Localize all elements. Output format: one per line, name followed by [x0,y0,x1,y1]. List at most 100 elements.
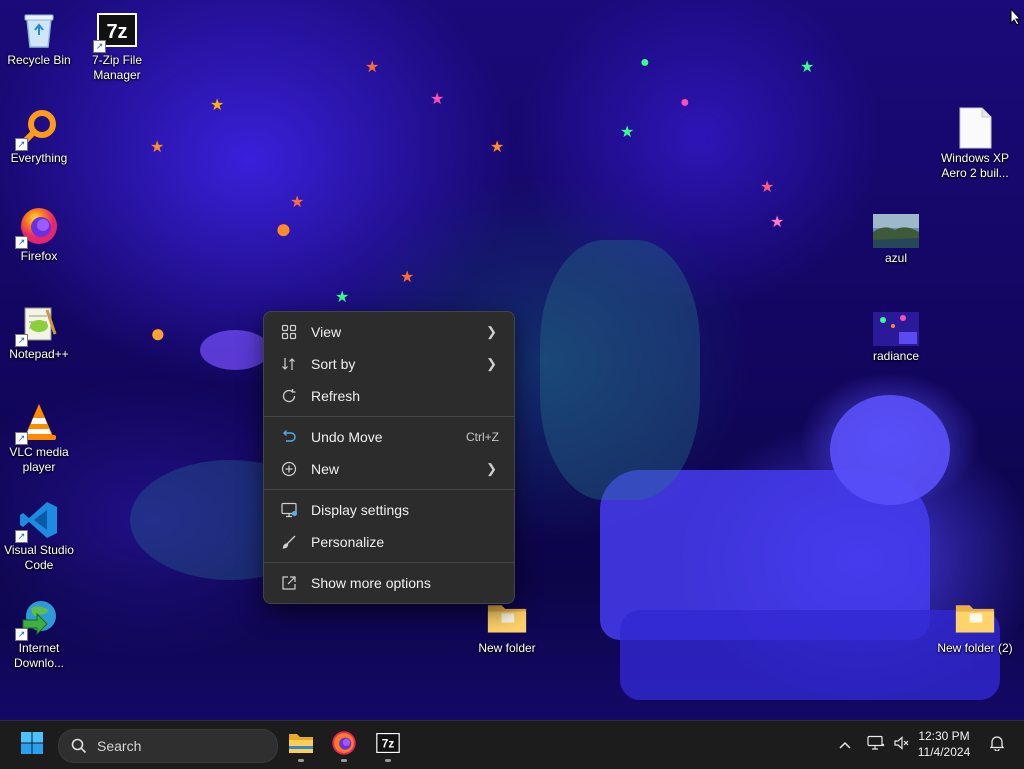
chevron-right-icon: ❯ [486,461,497,476]
running-indicator [341,759,347,762]
chevron-right-icon: ❯ [486,324,497,339]
running-indicator [385,759,391,762]
menu-item-view[interactable]: View ❯ [268,317,510,347]
start-button[interactable] [14,727,50,763]
menu-item-show-more-options[interactable]: Show more options [268,568,510,598]
desktop-icon-notepadpp[interactable]: ↗ Notepad++ [0,304,78,362]
desktop-icon-firefox[interactable]: ↗ Firefox [0,206,78,264]
refresh-icon [279,388,299,404]
shortcut-arrow-icon: ↗ [15,236,28,249]
file-explorer-icon [288,732,314,759]
wallpaper-star: ★ [490,139,505,156]
bell-icon [989,735,1005,756]
desktop-icon-label: radiance [872,349,920,363]
menu-item-new[interactable]: New ❯ [268,454,510,484]
wallpaper-star: ★ [150,139,165,156]
desktop-icon-new-folder-2[interactable]: New folder (2) [935,598,1015,656]
wallpaper-star: ★ [760,179,775,196]
desktop-icon-vscode[interactable]: ↗ Visual Studio Code [0,500,78,573]
magnifier-icon: ↗ [15,108,59,151]
menu-item-label: New [311,461,340,477]
desktop-icon-label: Windows XP Aero 2 buil... [940,151,1010,180]
menu-separator [264,416,514,417]
volume-muted-icon [893,735,909,756]
chevron-up-icon [839,736,851,754]
grid-icon [279,324,299,340]
taskbar-file-explorer[interactable] [283,727,319,763]
7zip-icon: 7z [376,732,400,758]
desktop-icon-new-folder[interactable]: New folder [468,598,546,656]
desktop-icon-azul[interactable]: azul [857,214,935,266]
desktop-icon-label: VLC media player [9,445,69,474]
notifications-button[interactable] [986,721,1008,769]
desktop-icon-7zip[interactable]: 7z ↗ 7-Zip File Manager [78,10,156,83]
shortcut-arrow-icon: ↗ [15,432,28,445]
clock-date: 11/4/2024 [917,745,971,759]
menu-item-refresh[interactable]: Refresh [268,381,510,411]
desktop-icon-label: Everything [10,151,68,165]
svg-text:7z: 7z [382,737,395,750]
menu-separator [264,489,514,490]
wallpaper-star: ● [275,213,292,244]
vlc-cone-icon: ↗ [15,402,59,445]
shortcut-arrow-icon: ↗ [15,334,28,347]
desktop-icon-label: Notepad++ [9,347,69,361]
desktop-icon-windows-xp-aero[interactable]: Windows XP Aero 2 buil... [935,107,1015,181]
wallpaper-star: ★ [290,194,305,211]
desktop-icon-recycle-bin[interactable]: Recycle Bin [0,10,78,68]
taskbar-7zip[interactable]: 7z [370,727,406,763]
menu-item-undo-move[interactable]: Undo Move Ctrl+Z [268,422,510,452]
wallpaper-star: ★ [210,97,225,114]
menu-item-label: Show more options [311,575,431,591]
brush-icon [279,534,299,550]
sort-icon [279,356,299,372]
image-thumbnail-icon [873,214,919,248]
desktop-icon-label: 7-Zip File Manager [91,53,142,82]
desktop-context-menu: View ❯ Sort by ❯ Refresh Undo Move Ctrl+… [263,311,515,604]
wallpaper-star: ★ [430,91,445,108]
wallpaper-chair-back [830,395,950,505]
desktop-icon-everything[interactable]: ↗ Everything [0,108,78,166]
menu-item-display-settings[interactable]: Display settings [268,495,510,525]
clock-time: 12:30 PM [918,729,970,743]
display-icon [279,502,299,518]
taskbar-search-box[interactable]: Search [58,729,278,763]
search-placeholder: Search [97,738,142,754]
menu-separator [264,562,514,563]
svg-text:7z: 7z [106,21,127,43]
wallpaper-star: ★ [400,269,415,286]
desktop-icon-vlc[interactable]: ↗ VLC media player [0,402,78,475]
network-icon [867,735,885,756]
windows-logo-icon [20,731,44,760]
menu-item-sort-by[interactable]: Sort by ❯ [268,349,510,379]
menu-item-shortcut: Ctrl+Z [466,430,499,444]
search-icon [71,738,87,754]
running-indicator [298,759,304,762]
vscode-icon: ↗ [15,500,59,543]
desktop-icon-label: New folder (2) [937,641,1013,655]
show-hidden-icons-button[interactable] [834,721,856,769]
recycle-bin-icon [19,10,59,50]
desktop-icon-label: Firefox [20,249,58,263]
menu-item-label: Display settings [311,502,410,518]
desktop-icon-radiance[interactable]: radiance [857,312,935,364]
firefox-icon: ↗ [15,206,59,249]
taskbar-firefox[interactable] [326,727,362,763]
menu-item-label: Personalize [311,534,385,550]
menu-item-personalize[interactable]: Personalize [268,527,510,557]
wallpaper-star: ★ [620,124,635,141]
shortcut-arrow-icon: ↗ [15,628,28,641]
globe-download-icon: ↗ [15,598,59,641]
taskbar-clock[interactable]: 12:30 PM 11/4/2024 [908,728,980,760]
chevron-right-icon: ❯ [486,356,497,371]
shortcut-arrow-icon: ↗ [15,138,28,151]
menu-item-label: Undo Move [311,429,383,445]
desktop-icon-internet-download-manager[interactable]: ↗ Internet Downlo... [0,598,78,671]
desktop-icon-label: azul [884,251,907,265]
folder-icon [487,598,527,638]
shortcut-arrow-icon: ↗ [15,530,28,543]
wallpaper-sofa [600,470,930,640]
network-tray-button[interactable] [864,721,888,769]
mouse-cursor-icon [1010,7,1022,31]
shortcut-arrow-icon: ↗ [93,40,106,53]
